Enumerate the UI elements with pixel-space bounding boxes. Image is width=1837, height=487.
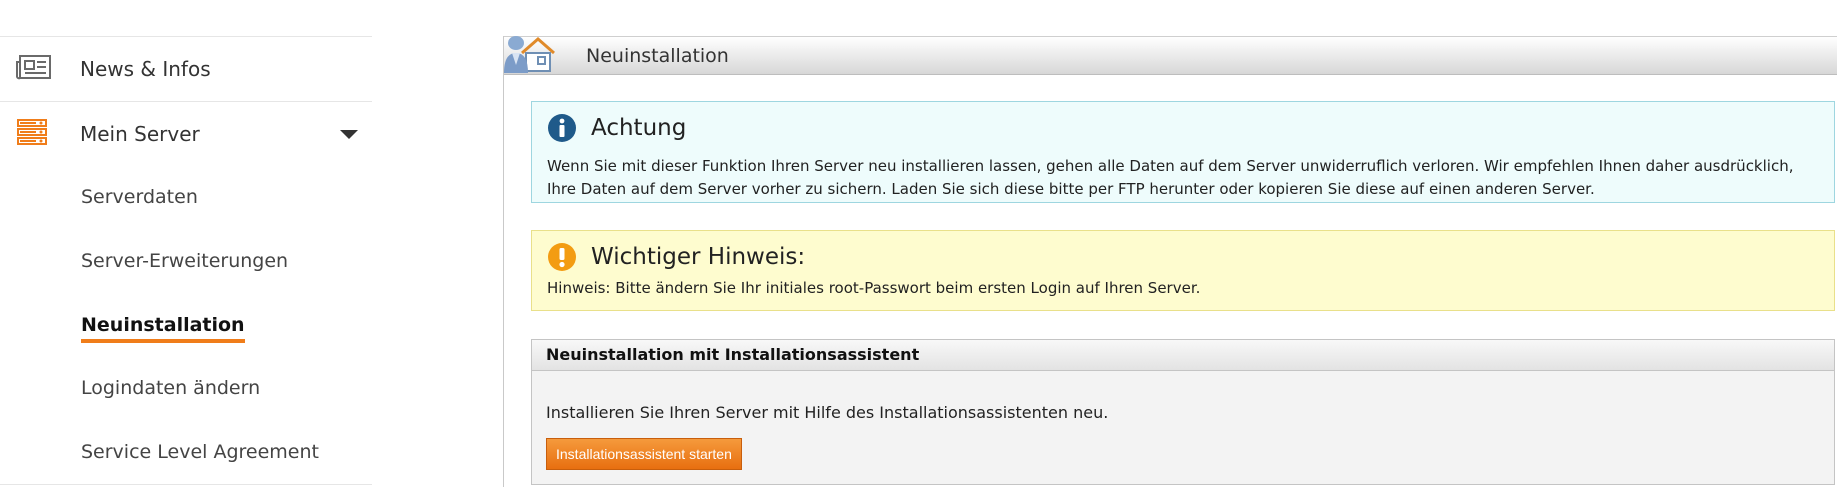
info-box-title: Achtung	[591, 115, 687, 141]
sidebar-item-label: Mein Server	[80, 122, 200, 146]
sidebar-subitem-logindaten[interactable]: Logindaten ändern	[81, 377, 260, 399]
wizard-panel: Neuinstallation mit Installationsassiste…	[531, 339, 1835, 485]
warning-box-text: Hinweis: Bitte ändern Sie Ihr initiales …	[547, 279, 1201, 297]
sidebar-subitem-server-erweiterungen[interactable]: Server-Erweiterungen	[81, 250, 288, 272]
start-wizard-button[interactable]: Installationsassistent starten	[546, 438, 742, 470]
chevron-down-icon[interactable]	[340, 130, 358, 139]
sidebar-subitem-sla[interactable]: Service Level Agreement	[81, 441, 319, 463]
info-box: Achtung Wenn Sie mit dieser Funktion Ihr…	[531, 101, 1835, 203]
newspaper-icon	[16, 54, 52, 84]
warning-box-title: Wichtiger Hinweis:	[591, 244, 806, 270]
main-panel: Neuinstallation Achtung Wenn Sie mit die…	[503, 36, 1837, 487]
server-icon	[16, 119, 48, 149]
page-title: Neuinstallation	[586, 45, 729, 67]
page-titlebar: Neuinstallation	[504, 36, 1837, 75]
warning-box: Wichtiger Hinweis: Hinweis: Bitte ändern…	[531, 230, 1835, 311]
sidebar: News & Infos Mein Server Serverdaten Ser…	[0, 0, 372, 487]
wizard-description: Installieren Sie Ihren Server mit Hilfe …	[546, 403, 1109, 422]
info-icon	[547, 113, 577, 147]
sidebar-item-label: News & Infos	[80, 57, 211, 81]
sidebar-item-mein-server[interactable]: Mein Server	[0, 102, 372, 166]
exclamation-icon	[547, 242, 577, 276]
sidebar-item-news[interactable]: News & Infos	[0, 37, 372, 101]
sidebar-subitem-neuinstallation[interactable]: Neuinstallation	[81, 314, 245, 343]
sidebar-divider	[0, 484, 372, 485]
sidebar-subitem-serverdaten[interactable]: Serverdaten	[81, 186, 198, 208]
info-box-text: Wenn Sie mit dieser Funktion Ihren Serve…	[547, 157, 1794, 198]
wizard-panel-header: Neuinstallation mit Installationsassiste…	[532, 340, 1834, 371]
house-user-icon	[498, 31, 570, 87]
